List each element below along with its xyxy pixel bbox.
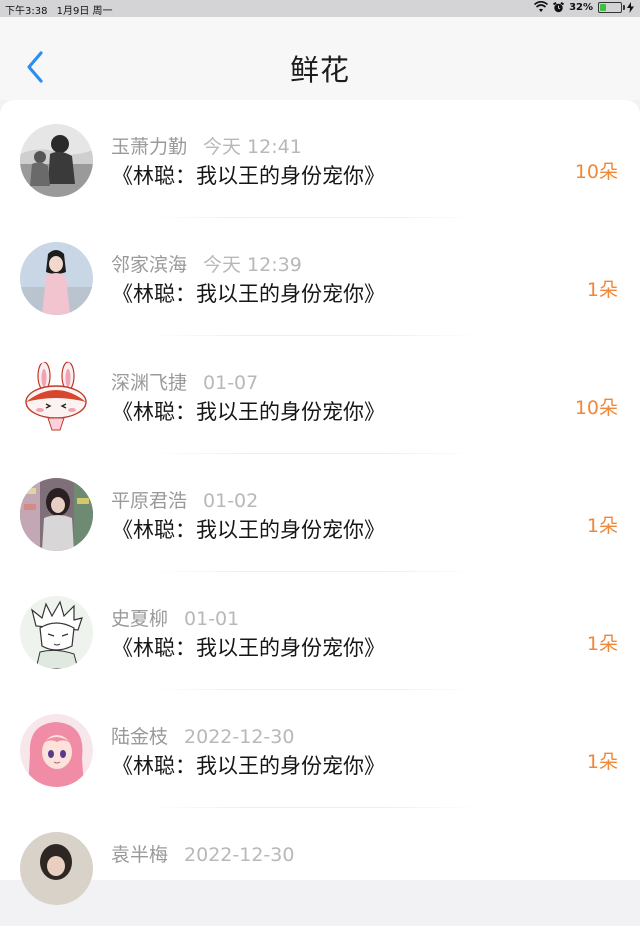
flower-amount: 1朵 — [586, 633, 618, 655]
status-bar: 下午3:38 1月9日 周一 32% — [0, 0, 640, 17]
sender-name: 邻家滨海 — [111, 254, 188, 276]
battery-percent: 32% — [569, 1, 593, 13]
sender-name: 史夏柳 — [111, 608, 169, 630]
flower-amount: 10朵 — [574, 397, 618, 419]
list-item[interactable]: 邻家滨海 今天 12:39 《林聪：我以王的身份宠你》 1朵 — [0, 218, 640, 336]
list-item[interactable]: 平原君浩 01-02 《林聪：我以王的身份宠你》 1朵 — [0, 454, 640, 572]
send-time: 01-07 — [203, 372, 259, 394]
battery-icon — [598, 1, 625, 13]
avatar — [20, 596, 93, 669]
book-title: 《林聪：我以王的身份宠你》 — [112, 518, 385, 542]
wifi-icon — [534, 1, 549, 12]
battery-cap — [623, 4, 625, 10]
item-meta: 深渊飞捷 01-07 — [111, 368, 258, 395]
item-meta: 邻家滨海 今天 12:39 — [111, 250, 302, 277]
sender-name: 玉萧力勤 — [111, 136, 188, 158]
sender-name: 平原君浩 — [111, 490, 188, 512]
flower-amount: 1朵 — [586, 515, 618, 537]
sender-name: 深渊飞捷 — [111, 372, 188, 394]
flower-amount: 10朵 — [574, 161, 618, 183]
item-meta: 陆金枝 2022-12-30 — [111, 722, 294, 749]
book-title: 《林聪：我以王的身份宠你》 — [112, 636, 385, 660]
list-item[interactable]: 史夏柳 01-01 《林聪：我以王的身份宠你》 1朵 — [0, 572, 640, 690]
sender-name: 陆金枝 — [111, 726, 169, 748]
book-title: 《林聪：我以王的身份宠你》 — [112, 164, 385, 188]
alarm-icon — [553, 1, 565, 12]
avatar — [20, 478, 93, 551]
avatar — [20, 714, 93, 787]
avatar — [20, 360, 93, 433]
send-time: 01-01 — [184, 608, 240, 630]
sender-name: 袁半梅 — [111, 844, 169, 866]
flower-list: 玉萧力勤 今天 12:41 《林聪：我以王的身份宠你》 10朵 邻家滨海 今天 12… — [0, 100, 640, 905]
nav-bar: 鲜花 — [0, 17, 640, 100]
flower-amount: 1朵 — [586, 751, 618, 773]
send-time: 今天 12:39 — [203, 254, 302, 276]
book-title: 《林聪：我以王的身份宠你》 — [112, 400, 385, 424]
status-time-date: 下午3:38 1月9日 周一 — [5, 2, 119, 17]
status-time: 下午3:38 — [5, 6, 48, 17]
avatar — [20, 242, 93, 315]
avatar — [20, 124, 93, 197]
charging-bolt-icon — [627, 1, 634, 13]
book-title: 《林聪：我以王的身份宠你》 — [112, 282, 385, 306]
status-date: 1月9日 周一 — [56, 6, 113, 17]
battery-fill — [600, 3, 606, 11]
item-meta: 平原君浩 01-02 — [111, 486, 258, 513]
send-time: 2022-12-30 — [184, 844, 295, 866]
list-item[interactable]: 玉萧力勤 今天 12:41 《林聪：我以王的身份宠你》 10朵 — [0, 100, 640, 218]
list-item[interactable]: 袁半梅 2022-12-30 — [0, 808, 640, 926]
send-time: 今天 12:41 — [203, 136, 302, 158]
flower-amount: 1朵 — [586, 279, 618, 301]
avatar — [20, 832, 93, 905]
list-item[interactable]: 陆金枝 2022-12-30 《林聪：我以王的身份宠你》 1朵 — [0, 690, 640, 808]
item-meta: 史夏柳 01-01 — [111, 604, 239, 631]
list-item[interactable]: 深渊飞捷 01-07 《林聪：我以王的身份宠你》 10朵 — [0, 336, 640, 454]
book-title: 《林聪：我以王的身份宠你》 — [112, 754, 385, 778]
page-title: 鲜花 — [289, 53, 350, 87]
send-time: 01-02 — [203, 490, 259, 512]
send-time: 2022-12-30 — [184, 726, 295, 748]
item-meta: 玉萧力勤 今天 12:41 — [111, 132, 302, 159]
status-indicators: 32% — [534, 1, 634, 13]
item-meta: 袁半梅 2022-12-30 — [111, 840, 294, 867]
